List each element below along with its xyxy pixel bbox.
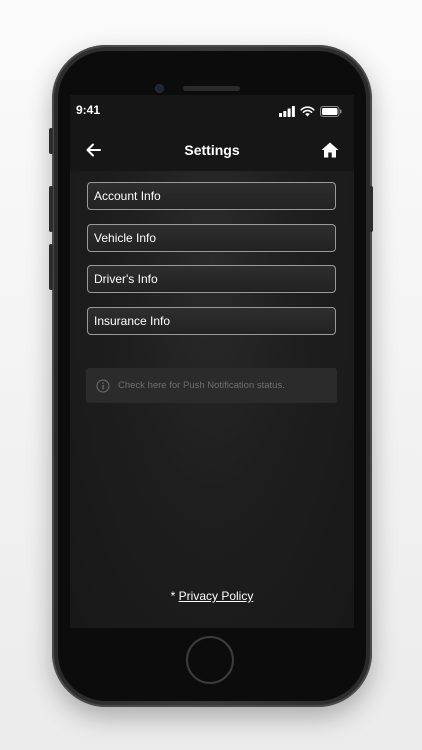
front-camera	[156, 85, 163, 92]
drivers-info-button[interactable]: Driver's Info	[87, 265, 336, 293]
wifi-icon	[300, 105, 315, 116]
settings-menu: Account Info Vehicle Info Driver's Info …	[87, 182, 336, 348]
volume-down-button	[49, 244, 53, 290]
account-info-button[interactable]: Account Info	[87, 182, 336, 210]
mute-switch	[49, 128, 53, 154]
battery-icon	[320, 105, 342, 117]
page-title: Settings	[184, 142, 240, 158]
insurance-info-button[interactable]: Insurance Info	[87, 306, 336, 335]
home-icon[interactable]	[320, 141, 340, 159]
app-screen: 9:41 Settings Account Info Vehicle Info …	[70, 95, 354, 628]
volume-up-button	[49, 186, 53, 232]
privacy-policy-link[interactable]: Privacy Policy	[179, 589, 254, 603]
push-notification-status-text: Check here for Push Notification status.	[118, 380, 285, 391]
home-hardware-button[interactable]	[186, 636, 234, 684]
navigation-bar: Settings	[70, 129, 354, 171]
earpiece-speaker	[183, 86, 240, 91]
info-icon	[96, 379, 110, 392]
power-button	[369, 186, 373, 232]
status-icons	[279, 105, 342, 117]
footer: * Privacy Policy	[70, 589, 354, 603]
settings-content: Account Info Vehicle Info Driver's Info …	[70, 171, 354, 628]
vehicle-info-button[interactable]: Vehicle Info	[87, 223, 336, 252]
status-time: 9:41	[76, 103, 101, 117]
status-bar: 9:41	[70, 95, 354, 129]
cellular-signal-icon	[279, 105, 295, 117]
push-notification-status-banner[interactable]: Check here for Push Notification status.	[86, 368, 337, 403]
privacy-asterisk: *	[170, 589, 179, 603]
